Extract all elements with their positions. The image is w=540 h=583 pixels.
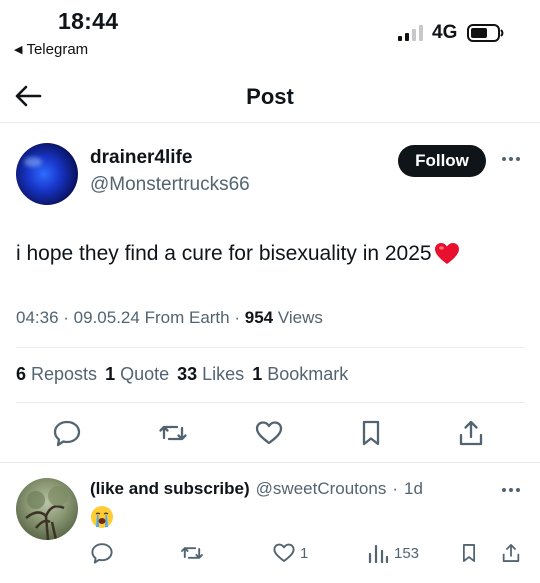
back-app-label: Telegram [26, 41, 89, 58]
reply-handle[interactable]: @sweetCroutons [256, 479, 387, 499]
likes-stat[interactable]: 33 Likes [177, 364, 244, 385]
post-divider [0, 462, 540, 463]
back-to-app-link[interactable]: ◀ Telegram [14, 41, 88, 58]
battery-icon [467, 24, 504, 42]
reply-like-count: 1 [300, 544, 309, 562]
bookmark-icon[interactable] [356, 418, 386, 448]
meta-divider [16, 347, 524, 348]
tree-photo-icon [25, 486, 68, 540]
share-icon [502, 544, 520, 562]
author-display-name[interactable]: drainer4life [90, 147, 192, 169]
reply-header: (like and subscribe) @sweetCroutons · 1d [90, 479, 423, 499]
bookmark-icon [462, 544, 476, 562]
red-heart-emoji-icon [434, 243, 459, 264]
post-source: From Earth [144, 308, 230, 327]
bookmarks-stat[interactable]: 1 Bookmark [252, 364, 348, 385]
follow-button[interactable]: Follow [398, 145, 486, 177]
views-label: Views [277, 308, 323, 327]
post-stats: 6 Reposts 1 Quote 33 Likes 1 Bookmark [16, 364, 348, 385]
reply-more-options-icon[interactable] [500, 483, 522, 497]
reposts-stat[interactable]: 6 Reposts [16, 364, 97, 385]
repost-icon[interactable] [158, 418, 188, 448]
quotes-stat[interactable]: 1 Quote [105, 364, 169, 385]
reply-age: 1d [404, 479, 423, 498]
like-icon [273, 543, 295, 562]
reply-views-count: 153 [394, 544, 420, 562]
avatar[interactable] [16, 143, 78, 205]
post-date: 09.05.24 [73, 308, 140, 327]
reply-reply-action[interactable] [90, 540, 114, 566]
views-chart-icon [368, 544, 389, 564]
post-text: i hope they find a cure for bisexuality … [16, 241, 460, 267]
reply-views-action[interactable]: 153 [366, 540, 419, 566]
reply-avatar[interactable] [16, 478, 78, 540]
reply-icon [91, 543, 113, 564]
stat-label: Reposts [31, 364, 98, 384]
stat-count: 33 [177, 364, 198, 384]
back-triangle-icon: ◀ [14, 44, 23, 56]
stat-label: Bookmark [267, 364, 349, 384]
like-icon[interactable] [254, 418, 284, 448]
reply-icon[interactable] [52, 418, 82, 448]
stat-count: 1 [252, 364, 263, 384]
reply-share-action[interactable] [500, 540, 522, 566]
stat-count: 1 [105, 364, 116, 384]
more-options-icon[interactable] [500, 152, 522, 166]
stats-divider [16, 402, 524, 403]
network-type: 4G [432, 22, 458, 43]
views-count: 954 [244, 308, 274, 327]
signal-icon [398, 25, 423, 41]
post-text-content: i hope they find a cure for bisexuality … [16, 242, 432, 265]
repost-icon [181, 547, 203, 559]
reply-display-name[interactable]: (like and subscribe) [90, 479, 250, 499]
header-divider [0, 122, 540, 123]
share-icon[interactable] [456, 418, 486, 448]
stat-count: 6 [16, 364, 27, 384]
status-time: 18:44 [58, 8, 119, 34]
reply-bookmark-action[interactable] [458, 540, 480, 566]
page-title: Post [246, 84, 294, 109]
reply-like-action[interactable]: 1 [272, 540, 308, 566]
reply-repost-action[interactable] [180, 540, 204, 566]
stat-label: Quote [120, 364, 170, 384]
post-meta: 04:36 · 09.05.24 From Earth · 954 Views [16, 308, 323, 327]
stat-label: Likes [202, 364, 245, 384]
post-time: 04:36 [16, 308, 59, 327]
loudly-crying-face-emoji-icon [91, 506, 113, 528]
author-handle[interactable]: @Monstertrucks66 [90, 174, 250, 196]
